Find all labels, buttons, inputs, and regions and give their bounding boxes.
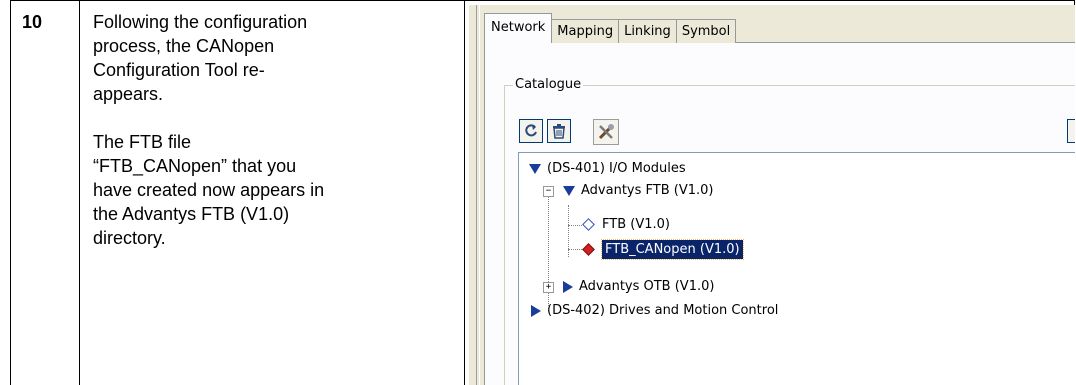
tab-bar: Network Mapping Linking Symbol (484, 13, 737, 43)
trash-icon (552, 123, 566, 139)
catalogue-group-label: Catalogue (513, 77, 584, 92)
table-divider-1 (79, 0, 80, 385)
tree-item-ftb[interactable]: FTB (V1.0) (581, 215, 670, 234)
tree-item-ds401[interactable]: (DS-401) I/O Modules (529, 159, 686, 178)
tab-linking[interactable]: Linking (618, 19, 677, 43)
tree-item-label: (DS-401) I/O Modules (547, 161, 686, 176)
tree-item-ftb-canopen[interactable]: FTB_CANopen (V1.0) (581, 239, 744, 260)
table-divider-2 (464, 0, 465, 385)
catalogue-tree[interactable]: (DS-401) I/O Modules − Advantys FTB (V1.… (518, 152, 1075, 385)
tab-mapping[interactable]: Mapping (551, 19, 620, 43)
step-number: 10 (22, 12, 43, 32)
window-frame-edge (469, 5, 480, 385)
table-left-border (10, 0, 11, 385)
tree-line (568, 249, 582, 250)
configuration-tool-screenshot: Network Mapping Linking Symbol Catalogue… (469, 5, 1075, 385)
triangle-down-icon (563, 185, 575, 196)
tab-network[interactable]: Network (484, 13, 553, 43)
triangle-right-icon (563, 280, 573, 293)
window-frame-line (476, 5, 477, 385)
tools-button[interactable] (593, 119, 619, 145)
tree-item-label: Advantys FTB (V1.0) (581, 183, 714, 198)
tree-item-label: FTB (V1.0) (602, 217, 670, 232)
tree-item-label: (DS-402) Drives and Motion Control (547, 303, 779, 318)
tab-symbol[interactable]: Symbol (675, 19, 737, 43)
tree-item-advantys-otb[interactable]: Advantys OTB (V1.0) (563, 277, 714, 296)
step-description: Following the configuration process, the… (93, 10, 453, 250)
tree-item-ds402[interactable]: (DS-402) Drives and Motion Control (531, 301, 778, 320)
toolbar-clipped-button[interactable] (1067, 119, 1075, 143)
triangle-right-icon (531, 304, 541, 317)
tools-icon (597, 123, 615, 141)
diamond-red-icon (582, 243, 595, 256)
tree-line (568, 225, 582, 226)
tree-item-label: Advantys OTB (V1.0) (579, 279, 715, 294)
diamond-outline-icon (582, 218, 595, 231)
delete-button[interactable] (547, 119, 571, 143)
collapse-expander[interactable]: − (543, 186, 554, 197)
step-paragraph-2: The FTB file “FTB_CANopen” that you have… (93, 132, 325, 248)
expand-expander[interactable]: + (543, 282, 554, 293)
step-paragraph-1: Following the configuration process, the… (93, 12, 308, 104)
table-top-border (10, 0, 1074, 1)
tree-item-advantys-ftb[interactable]: Advantys FTB (V1.0) (563, 181, 713, 200)
triangle-down-icon (529, 163, 541, 174)
refresh-icon (523, 123, 539, 139)
tree-item-label-selected: FTB_CANopen (V1.0) (601, 239, 744, 260)
refresh-button[interactable] (519, 119, 543, 143)
